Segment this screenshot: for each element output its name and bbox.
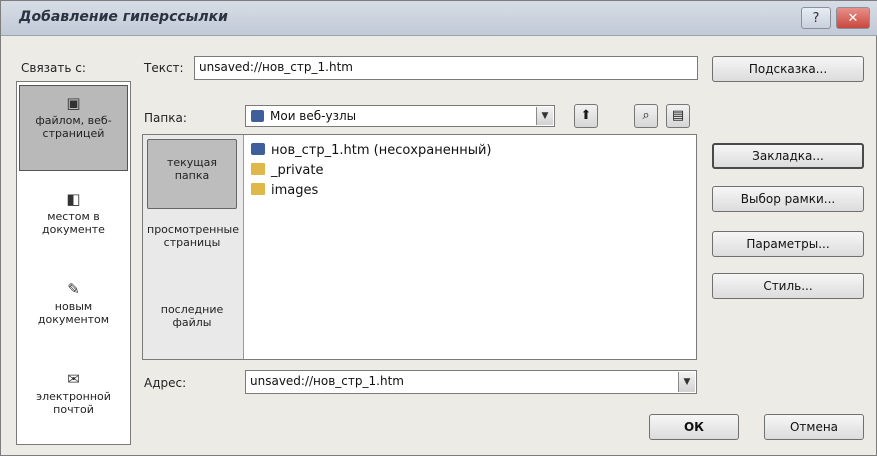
style-button[interactable]: Стиль... [712, 273, 864, 299]
folder-icon [251, 183, 265, 195]
web-page-file-icon [251, 143, 265, 155]
close-button[interactable]: ✕ [836, 7, 870, 29]
section-recent-files[interactable]: последние файлы [147, 303, 237, 343]
section-current-folder[interactable]: текущая папка [147, 139, 237, 209]
section-browsed-pages[interactable]: просмотренные страницы [147, 223, 239, 283]
file-name: нов_стр_1.htm (несохраненный) [271, 143, 492, 158]
folder-name: images [271, 183, 319, 198]
email-icon: ✉ [67, 370, 80, 388]
link-to-email-label: электронной почтой [36, 390, 111, 416]
folder-item[interactable]: images [251, 183, 318, 199]
bookmark-button[interactable]: Закладка... [712, 143, 864, 169]
frame-select-button[interactable]: Выбор рамки... [712, 186, 864, 212]
parameters-button[interactable]: Параметры... [712, 231, 864, 257]
address-input[interactable]: unsaved://нов_стр_1.htm ▼ [245, 370, 697, 394]
dialog-title: Добавление гиперссылки [19, 9, 228, 25]
help-button[interactable]: ? [801, 7, 831, 29]
browse-folder-icon[interactable]: ▤ [666, 104, 690, 128]
link-to-new-document-label: новым документом [37, 300, 110, 326]
hyperlink-dialog: Добавление гиперссылки ? ✕ Связать с: ▣ … [0, 0, 877, 456]
web-page-icon: ▣ [66, 94, 81, 112]
link-to-label: Связать с: [21, 61, 86, 75]
web-search-icon[interactable]: ⌕ [634, 104, 658, 128]
tooltip-button[interactable]: Подсказка... [712, 56, 864, 82]
ok-button[interactable]: ОК [649, 414, 739, 440]
folder-label: Папка: [144, 111, 187, 125]
web-folder-icon [251, 110, 264, 122]
address-value: unsaved://нов_стр_1.htm [250, 374, 404, 388]
address-label: Адрес: [144, 376, 187, 390]
link-to-document-place-label: местом в документе [42, 210, 105, 236]
text-input[interactable]: unsaved://нов_стр_1.htm [194, 56, 698, 80]
browse-sections: текущая папка просмотренные страницы пос… [143, 135, 244, 359]
folder-select-value: Мои веб-узлы [270, 109, 357, 123]
link-to-web-page-label: файлом, веб-страницей [35, 114, 112, 140]
title-bar: Добавление гиперссылки ? ✕ [1, 1, 877, 36]
text-label: Текст: [144, 61, 184, 75]
chevron-down-icon[interactable]: ▼ [678, 372, 695, 392]
link-to-email[interactable]: ✉ электронной почтой [19, 362, 128, 442]
folder-item[interactable]: _private [251, 163, 323, 179]
folder-icon [251, 163, 265, 175]
file-item[interactable]: нов_стр_1.htm (несохраненный) [251, 143, 492, 159]
link-to-document-place[interactable]: ◧ местом в документе [19, 182, 128, 262]
document-place-icon: ◧ [66, 190, 81, 208]
link-to-web-page[interactable]: ▣ файлом, веб-страницей [19, 85, 128, 171]
chevron-down-icon[interactable]: ▼ [536, 107, 553, 125]
new-document-icon: ✎ [67, 280, 80, 298]
cancel-button[interactable]: Отмена [764, 414, 864, 440]
folder-select[interactable]: Мои веб-узлы ▼ [245, 105, 555, 127]
link-to-new-document[interactable]: ✎ новым документом [19, 272, 128, 352]
folder-up-icon[interactable]: ⬆ [574, 104, 598, 128]
folder-name: _private [271, 163, 324, 178]
file-browser: текущая папка просмотренные страницы пос… [142, 134, 697, 360]
link-to-bar: ▣ файлом, веб-страницей ◧ местом в докум… [16, 81, 131, 445]
